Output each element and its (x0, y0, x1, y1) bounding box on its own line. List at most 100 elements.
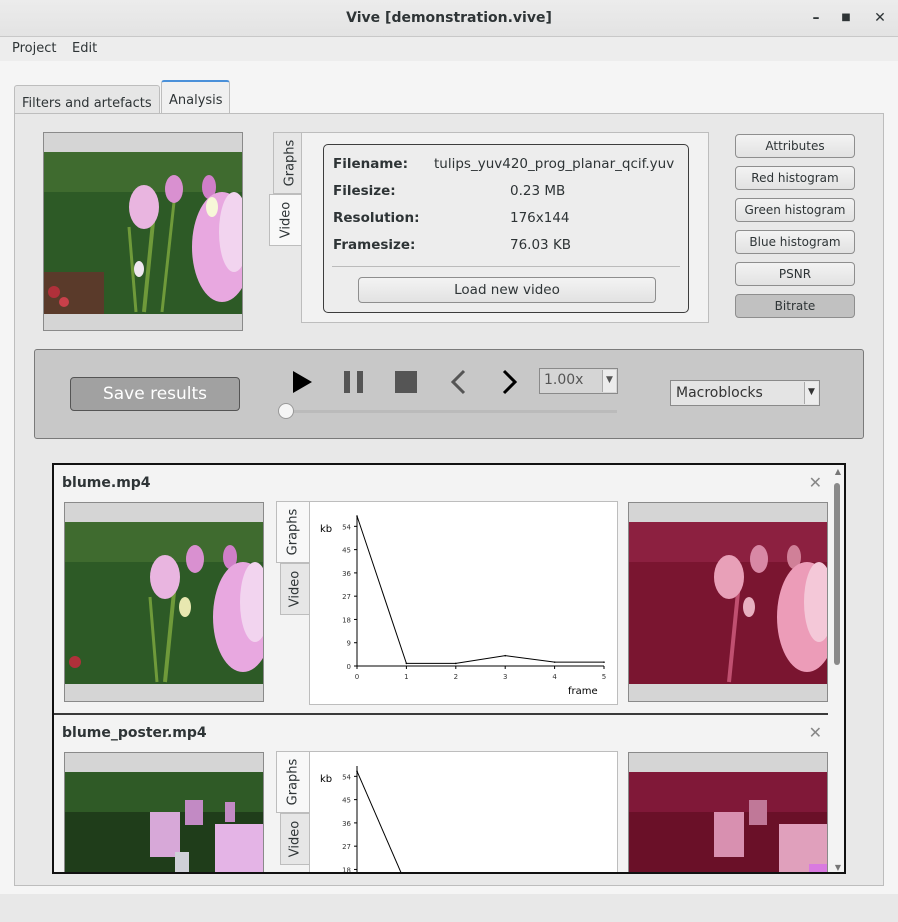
tulip-image (44, 152, 242, 314)
tab-video[interactable]: Video (269, 194, 303, 246)
result-name: blume.mp4 (62, 475, 151, 491)
tulip-image (65, 522, 263, 684)
framesize-value: 76.03 KB (510, 237, 572, 253)
x-tick-label: 1 (404, 673, 408, 681)
data-point (356, 515, 358, 517)
status-bar (0, 894, 898, 922)
tab-video[interactable]: Video (280, 813, 310, 865)
x-axis-label: frame (568, 686, 598, 697)
save-results-button[interactable]: Save results (70, 377, 240, 411)
bitrate-chart: kbframe0918273645540 1 2 3 4 5 (320, 515, 606, 697)
scroll-down-icon[interactable]: ▼ (835, 863, 841, 872)
bitrate-chart: kb 18 27 36 45 54 (320, 766, 402, 874)
data-point (455, 662, 457, 665)
blue-histogram-button[interactable]: Blue histogram (735, 230, 855, 254)
tab-analysis[interactable]: Analysis (161, 80, 230, 114)
video-info-panel: Filename: tulips_yuv420_prog_planar_qcif… (301, 132, 709, 323)
data-point (504, 654, 506, 657)
y-tick-label: 45 (342, 547, 351, 555)
load-new-video-button[interactable]: Load new video (358, 277, 656, 303)
playback-control-bar: Save results 1.00x ▼ Macroblocks ▼ (34, 349, 864, 439)
video-info-box: Filename: tulips_yuv420_prog_planar_qcif… (323, 144, 689, 313)
result-filtered-preview (628, 752, 828, 872)
results-scrollbar[interactable]: ▲ ▼ (828, 465, 844, 872)
y-tick-label: 54 (342, 773, 351, 781)
attributes-button[interactable]: Attributes (735, 134, 855, 158)
result-filtered-preview (628, 502, 828, 702)
play-icon[interactable] (290, 369, 314, 395)
result-video-preview (64, 752, 264, 872)
filesize-value: 0.23 MB (510, 183, 566, 199)
minimize-button[interactable]: – (807, 9, 825, 27)
y-tick-label: 54 (342, 523, 351, 531)
red-histogram-button[interactable]: Red histogram (735, 166, 855, 190)
y-tick-label: 27 (342, 593, 351, 601)
y-tick-label: 9 (347, 640, 351, 648)
speed-value: 1.00x (544, 372, 584, 388)
x-tick-label: 3 (503, 673, 507, 681)
next-icon[interactable] (500, 369, 520, 395)
mode-value: Macroblocks (676, 385, 763, 401)
result-video-preview (64, 502, 264, 702)
y-tick-label: 36 (342, 820, 351, 828)
data-point (603, 661, 605, 663)
mode-select[interactable]: Macroblocks ▼ (670, 380, 820, 406)
bitrate-button[interactable]: Bitrate (735, 294, 855, 318)
divider (332, 266, 680, 267)
speed-select[interactable]: 1.00x ▼ (539, 368, 618, 394)
menu-edit[interactable]: Edit (72, 41, 97, 56)
y-axis-label: kb (320, 524, 332, 535)
bitrate-graph-panel: kb frame 0 9 18 27 36 45 54 0 1 2 3 4 5 (309, 501, 618, 705)
filesize-label: Filesize: (333, 183, 396, 199)
tab-graphs-label: Graphs (285, 758, 301, 806)
pause-icon[interactable] (342, 370, 366, 394)
tab-graphs-label: Graphs (285, 508, 301, 556)
result-row: blume.mp4 ✕ Graphs Video kb frame 0 9 18 27 36… (54, 465, 830, 713)
maximize-button[interactable]: ■ (837, 9, 855, 27)
tab-video[interactable]: Video (280, 563, 310, 615)
chevron-down-icon: ▼ (602, 370, 616, 392)
tab-video-label: Video (287, 570, 303, 608)
tab-graphs-label: Graphs (282, 139, 297, 187)
x-tick-label: 5 (602, 673, 606, 681)
results-list[interactable]: blume.mp4 ✕ Graphs Video kb frame 0 9 18 27 36… (52, 463, 846, 874)
data-point (356, 770, 358, 772)
progress-slider-handle[interactable] (278, 403, 294, 419)
tab-graphs[interactable]: Graphs (276, 751, 310, 813)
x-tick-label: 0 (355, 673, 359, 681)
resolution-value: 176x144 (510, 210, 570, 226)
previous-icon[interactable] (449, 369, 469, 395)
y-axis-label: kb (320, 774, 332, 785)
data-point (553, 661, 556, 663)
tab-video-label: Video (278, 201, 294, 239)
series-line (356, 515, 604, 664)
series-line (356, 770, 402, 872)
framesize-label: Framesize: (333, 237, 416, 253)
data-point (405, 662, 408, 665)
y-tick-label: 18 (342, 866, 351, 874)
x-tick-label: 4 (552, 673, 557, 681)
result-name: blume_poster.mp4 (62, 725, 207, 741)
bitrate-graph-panel: kb 18 27 36 45 54 (309, 751, 618, 874)
title-bar: Vive [demonstration.vive] – ■ ✕ (0, 0, 898, 37)
result-row: blume_poster.mp4 ✕ Graphs Video kb 18 27 36… (54, 715, 830, 874)
close-button[interactable]: ✕ (871, 9, 889, 27)
x-tick-label: 2 (454, 673, 458, 681)
tab-graphs[interactable]: Graphs (276, 501, 310, 563)
menu-bar: Project Edit (0, 37, 898, 61)
close-icon[interactable]: ✕ (809, 473, 822, 492)
y-tick-label: 45 (342, 797, 351, 805)
tulip-poster-red-image (629, 772, 827, 872)
y-tick-label: 36 (342, 570, 351, 578)
stop-icon[interactable] (394, 370, 418, 394)
psnr-button[interactable]: PSNR (735, 262, 855, 286)
progress-slider-track[interactable] (287, 410, 617, 413)
y-tick-label: 18 (342, 616, 351, 624)
scroll-up-icon[interactable]: ▲ (835, 467, 841, 476)
tab-video-label: Video (287, 820, 303, 858)
green-histogram-button[interactable]: Green histogram (735, 198, 855, 222)
menu-project[interactable]: Project (12, 41, 56, 56)
close-icon[interactable]: ✕ (809, 723, 822, 742)
scrollbar-thumb[interactable] (834, 483, 840, 665)
source-video-preview (43, 132, 243, 331)
